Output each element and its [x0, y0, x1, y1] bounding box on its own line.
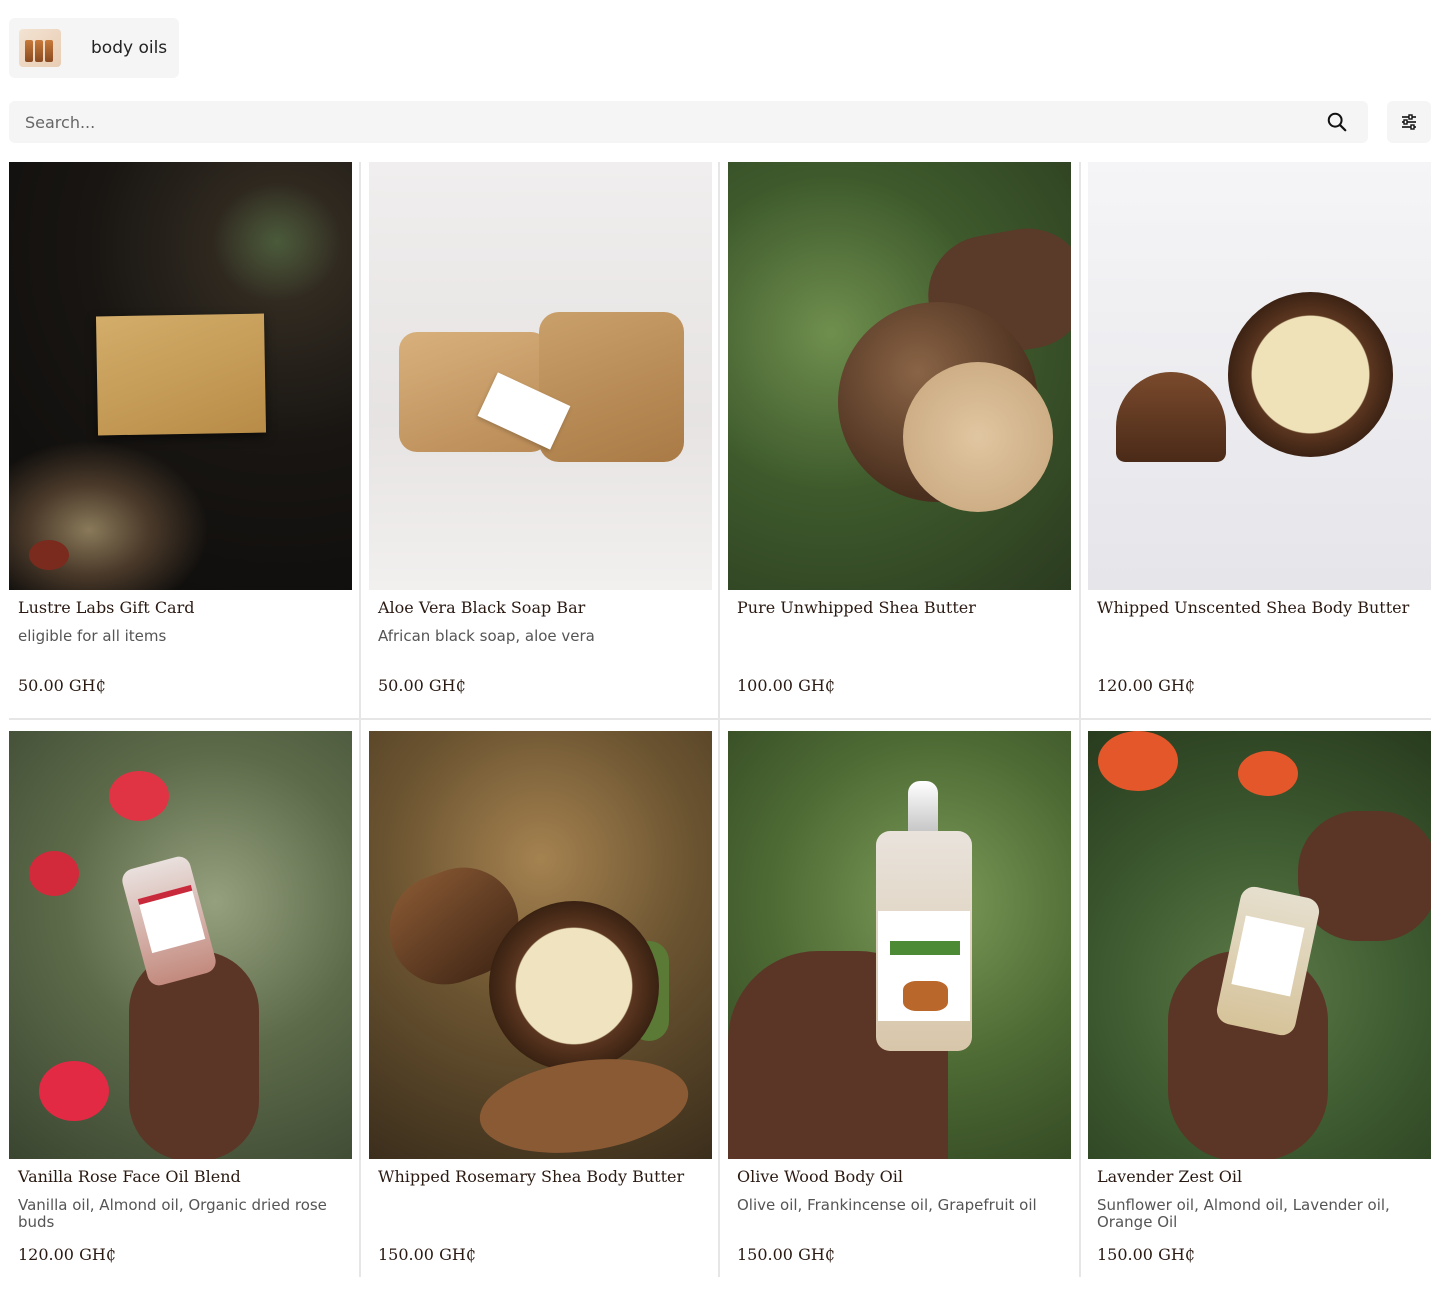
- product-price: 120.00 GH₵: [1097, 676, 1195, 695]
- divider: [9, 718, 1431, 720]
- product-name[interactable]: Pure Unwhipped Shea Butter: [737, 598, 1067, 617]
- product-image[interactable]: [9, 162, 352, 590]
- category-label: body oils: [91, 38, 168, 58]
- product-image[interactable]: [9, 731, 352, 1159]
- product-image[interactable]: [369, 162, 712, 590]
- product-description: Sunflower oil, Almond oil, Lavender oil,…: [1097, 1196, 1390, 1231]
- product-card[interactable]: Aloe Vera Black Soap Bar African black s…: [369, 162, 712, 695]
- product-image[interactable]: [728, 731, 1071, 1159]
- product-price: 50.00 GH₵: [18, 676, 106, 695]
- product-price: 120.00 GH₵: [18, 1245, 116, 1264]
- product-price: 150.00 GH₵: [737, 1245, 835, 1264]
- product-price: 100.00 GH₵: [737, 676, 835, 695]
- product-card[interactable]: Vanilla Rose Face Oil Blend Vanilla oil,…: [9, 731, 352, 1264]
- product-name[interactable]: Vanilla Rose Face Oil Blend: [18, 1167, 348, 1186]
- product-image[interactable]: [369, 731, 712, 1159]
- product-name[interactable]: Olive Wood Body Oil: [737, 1167, 1067, 1186]
- product-description: Olive oil, Frankincense oil, Grapefruit …: [737, 1196, 1037, 1214]
- search-input[interactable]: [23, 111, 1326, 133]
- search-bar: [9, 101, 1368, 143]
- product-name[interactable]: Aloe Vera Black Soap Bar: [378, 598, 708, 617]
- sliders-icon: [1402, 114, 1416, 130]
- product-description: African black soap, aloe vera: [378, 627, 595, 645]
- product-price: 150.00 GH₵: [378, 1245, 476, 1264]
- product-card[interactable]: Olive Wood Body Oil Olive oil, Frankince…: [728, 731, 1071, 1264]
- product-card[interactable]: Pure Unwhipped Shea Butter 100.00 GH₵: [728, 162, 1071, 695]
- product-name[interactable]: Lustre Labs Gift Card: [18, 598, 348, 617]
- product-name[interactable]: Whipped Rosemary Shea Body Butter: [378, 1167, 708, 1186]
- product-name[interactable]: Whipped Unscented Shea Body Butter: [1097, 598, 1427, 617]
- category-chip-body-oils[interactable]: body oils: [9, 18, 179, 78]
- product-card[interactable]: Lavender Zest Oil Sunflower oil, Almond …: [1088, 731, 1431, 1264]
- product-price: 50.00 GH₵: [378, 676, 466, 695]
- product-description: Vanilla oil, Almond oil, Organic dried r…: [18, 1196, 327, 1231]
- product-image[interactable]: [1088, 731, 1431, 1159]
- product-price: 150.00 GH₵: [1097, 1245, 1195, 1264]
- product-description: eligible for all items: [18, 627, 167, 645]
- product-card[interactable]: Lustre Labs Gift Card eligible for all i…: [9, 162, 352, 695]
- search-icon[interactable]: [1326, 111, 1348, 133]
- product-card[interactable]: Whipped Rosemary Shea Body Butter 150.00…: [369, 731, 712, 1264]
- product-card[interactable]: Whipped Unscented Shea Body Butter 120.0…: [1088, 162, 1431, 695]
- category-thumbnail: [19, 29, 61, 67]
- filter-button[interactable]: [1387, 101, 1431, 143]
- product-image[interactable]: [1088, 162, 1431, 590]
- product-image[interactable]: [728, 162, 1071, 590]
- product-name[interactable]: Lavender Zest Oil: [1097, 1167, 1427, 1186]
